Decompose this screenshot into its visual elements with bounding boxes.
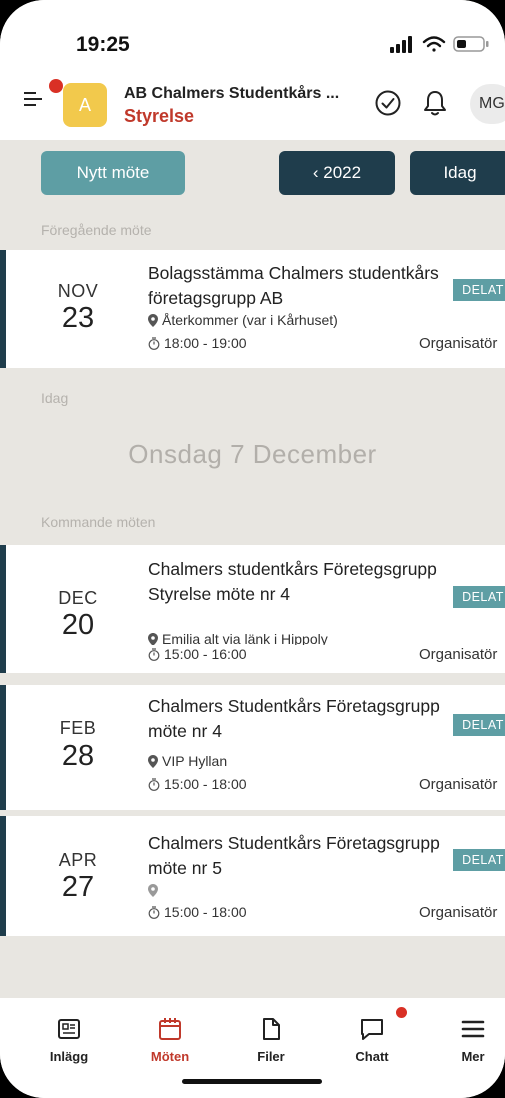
calendar-icon [159,1018,181,1040]
organizer-label: Organisatör [419,335,498,352]
meeting-location: Återkommer (var i Kårhuset) [148,312,338,328]
battery-icon [453,36,489,52]
meeting-card[interactable]: NOV 23 Bolagsstämma Chalmers studentkårs… [0,250,505,368]
tab-label: Chatt [355,1049,389,1064]
location-pin-icon [148,314,158,327]
signal-icon [390,36,412,53]
section-label-previous: Föregående möte [41,222,152,238]
status-icons [390,36,489,53]
hamburger-menu-icon[interactable] [24,92,42,108]
meeting-card[interactable]: APR 27 Chalmers Studentkårs Företagsgrup… [0,816,505,936]
meeting-day: 27 [61,871,95,903]
shared-badge: DELAT [453,714,505,736]
meeting-title: Chalmers Studentkårs Företagsgrupp möte … [148,833,440,878]
tab-label: Filer [257,1049,285,1064]
wifi-icon [422,36,446,52]
org-subtitle[interactable]: Styrelse [124,106,194,127]
tab-mer[interactable]: Mer [438,1016,505,1064]
meeting-time-text: 15:00 - 18:00 [164,776,247,792]
meetings-content: Nytt möte ‹ 2022 Idag Föregående möte NO… [0,140,505,741]
new-meeting-button[interactable]: Nytt möte [41,151,185,195]
meeting-time-text: 18:00 - 19:00 [164,335,247,351]
meeting-card-time-row[interactable]: 15:00 - 16:00 Organisatör [0,645,505,673]
tab-moten[interactable]: Möten [135,1016,205,1064]
meeting-month: APR [58,850,98,870]
stopwatch-icon [148,337,160,350]
today-date: Onsdag 7 December [128,439,377,469]
shared-badge: DELAT [453,586,505,608]
chat-notification-dot [396,1007,407,1018]
meeting-day: 28 [61,740,95,772]
organizer-label: Organisatör [419,904,498,921]
meeting-day: 20 [61,609,95,641]
org-name[interactable]: AB Chalmers Studentkårs ... [124,85,339,103]
notification-dot [49,79,63,93]
shared-badge: DELAT [453,279,505,301]
news-icon [58,1019,80,1039]
tab-filer[interactable]: Filer [236,1016,306,1064]
meeting-location-text: Återkommer (var i Kårhuset) [162,312,338,328]
meeting-time-text: 15:00 - 16:00 [164,646,247,662]
meeting-location: VIP Hyllan [148,753,227,769]
meeting-card[interactable]: FEB Chalmers Studentkårs Företagsgrupp m… [0,685,505,741]
meeting-time: 15:00 - 16:00 [148,646,247,662]
meeting-time: 15:00 - 18:00 [148,776,247,792]
tab-inlagg[interactable]: Inlägg [34,1016,104,1064]
stopwatch-icon [148,648,160,661]
meeting-time: 15:00 - 18:00 [148,904,247,920]
location-pin-icon [148,884,158,897]
tab-label: Mer [461,1049,485,1064]
tab-label: Inlägg [49,1049,89,1064]
chat-icon [361,1019,383,1040]
avatar[interactable]: MG [470,84,505,124]
meeting-card[interactable]: DEC 20 Chalmers studentkårs Företegsgrup… [0,545,505,661]
top-area: 19:25 A AB Chalmers Studentkårs ... Styr… [0,0,505,140]
meeting-month: FEB [59,718,97,738]
previous-year-button[interactable]: ‹ 2022 [279,151,395,195]
meeting-location [148,882,162,898]
meeting-month: DEC [58,588,98,608]
stopwatch-icon [148,778,160,791]
today-button[interactable]: Idag [410,151,505,195]
status-bar: 19:25 [0,0,505,70]
organizer-label: Organisatör [419,646,498,663]
status-time: 19:25 [76,33,130,56]
app-screen: 19:25 A AB Chalmers Studentkårs ... Styr… [0,0,505,1098]
tab-label: Möten [150,1049,190,1064]
app-header: A AB Chalmers Studentkårs ... Styrelse M… [0,70,505,140]
meeting-day: 23 [61,302,95,334]
section-label-today: Idag [41,390,69,406]
location-pin-icon [148,755,158,768]
shared-badge: DELAT [453,849,505,871]
home-indicator[interactable] [182,1079,322,1084]
meeting-title: Chalmers Studentkårs Företagsgrupp möte … [148,696,440,741]
org-logo[interactable]: A [63,83,107,127]
tab-chatt[interactable]: Chatt [337,1016,407,1064]
section-label-upcoming: Kommande möten [41,514,156,530]
meeting-title: Chalmers studentkårs Företegsgrupp Styre… [148,559,437,604]
meeting-title: Bolagsstämma Chalmers studentkårs företa… [148,263,439,308]
meeting-time-text: 15:00 - 18:00 [164,904,247,920]
file-icon [263,1018,280,1040]
bell-icon[interactable] [422,89,448,117]
meeting-card-continued[interactable]: 28 VIP Hyllan 15:00 - 18:00 Organisatör [0,740,505,810]
meeting-month: NOV [57,281,99,301]
organizer-label: Organisatör [419,776,498,793]
check-circle-icon[interactable] [374,89,402,117]
meeting-location-text: VIP Hyllan [162,753,228,769]
menu-icon [461,1020,485,1038]
meeting-time: 18:00 - 19:00 [148,335,247,351]
stopwatch-icon [148,906,160,919]
